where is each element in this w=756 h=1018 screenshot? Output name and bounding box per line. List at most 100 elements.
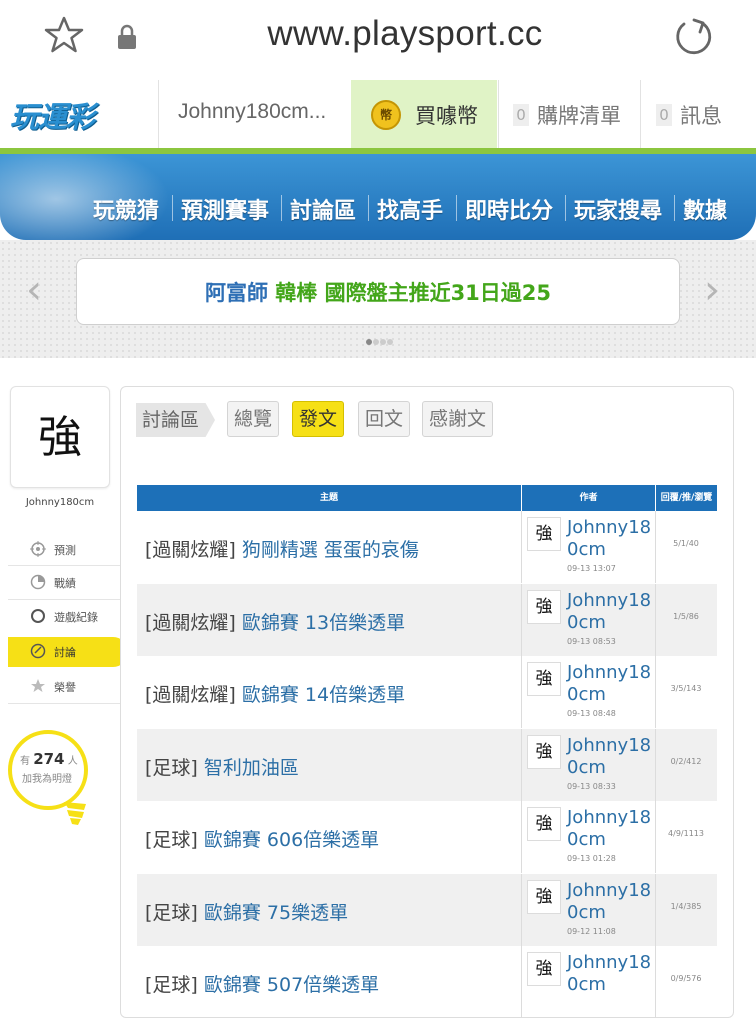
tab-thanks[interactable]: 感謝文 <box>422 401 494 437</box>
nav-divider <box>565 195 566 221</box>
reload-icon[interactable] <box>672 15 714 57</box>
column-header-subject[interactable]: 主題 <box>137 485 521 511</box>
post-category[interactable]: [過關炫耀] <box>145 539 236 561</box>
author-avatar[interactable]: 強 <box>527 952 561 986</box>
post-subject[interactable]: 智利加油區 <box>198 757 299 779</box>
post-date: 09-12 11:08 <box>567 926 616 936</box>
author-avatar[interactable]: 強 <box>527 879 561 914</box>
author-avatar[interactable]: 強 <box>527 807 561 841</box>
author-avatar[interactable]: 強 <box>527 734 561 769</box>
post-subject[interactable]: 狗剛精選 蛋蛋的哀傷 <box>236 539 419 561</box>
announcement-carousel: ‹ 阿富師 韓棒 國際盤主推近31日過25 › <box>0 240 756 358</box>
nav-item-predict[interactable]: 預測賽事 <box>181 193 269 225</box>
posts-table-header: 主題 作者 回覆/推/瀏覽 <box>137 485 717 511</box>
bookmark-star-icon[interactable] <box>44 15 84 55</box>
column-header-stats[interactable]: 回覆/推/瀏覽 <box>656 485 717 511</box>
post-title[interactable]: [足球] 歐錦賽 507倍樂透單 <box>145 970 379 997</box>
post-stats: 1/5/86 <box>673 611 699 621</box>
post-date: 09-13 08:33 <box>567 781 616 791</box>
announcement-text: 阿富師 韓棒 國際盤主推近31日過25 <box>77 277 679 307</box>
target-icon <box>30 541 46 557</box>
post-category[interactable]: [過關炫耀] <box>145 612 236 634</box>
sidebar-item-label: 榮譽 <box>54 681 76 694</box>
nav-item-stats[interactable]: 數據 <box>683 193 727 225</box>
cell-divider <box>521 583 522 656</box>
announcement-message[interactable]: 韓棒 國際盤主推近31日過25 <box>268 281 551 305</box>
sidebar-item-record[interactable]: 戰績 <box>8 568 120 598</box>
nav-item-guess[interactable]: 玩競猜 <box>93 193 159 225</box>
sidebar-item-honor[interactable]: 榮譽 <box>8 672 120 702</box>
cell-divider <box>521 946 522 1018</box>
post-subject[interactable]: 歐錦賽 507倍樂透單 <box>198 974 379 996</box>
circle-icon <box>31 609 45 623</box>
carousel-next-icon[interactable]: › <box>704 270 720 310</box>
post-subject[interactable]: 歐錦賽 14倍樂透單 <box>236 684 405 706</box>
author-name[interactable]: Johnny180cm <box>567 952 659 996</box>
author-avatar[interactable]: 強 <box>527 589 561 624</box>
carousel-dot[interactable] <box>373 339 379 345</box>
announcement-box[interactable]: 阿富師 韓棒 國際盤主推近31日過25 <box>76 258 680 325</box>
carousel-prev-icon[interactable]: ‹ <box>26 270 42 310</box>
cell-divider <box>521 728 522 801</box>
post-title[interactable]: [足球] 歐錦賽 75樂透單 <box>145 898 348 925</box>
buy-coins-button[interactable]: 幣 買噱幣 <box>351 80 497 148</box>
cell-divider <box>521 873 522 946</box>
tab-posts[interactable]: 發文 <box>292 401 345 437</box>
avatar[interactable]: 強 <box>10 386 110 488</box>
browser-address-bar: www.playsport.cc <box>0 0 756 81</box>
author-name[interactable]: Johnny180cm <box>567 735 659 779</box>
post-title[interactable]: [過關炫耀] 歐錦賽 13倍樂透單 <box>145 608 405 635</box>
username-link[interactable]: Johnny180cm... <box>178 100 326 124</box>
post-title[interactable]: [過關炫耀] 歐錦賽 14倍樂透單 <box>145 680 405 707</box>
author-name[interactable]: Johnny180cm <box>567 880 659 924</box>
carousel-dot[interactable] <box>366 339 372 345</box>
author-name[interactable]: Johnny180cm <box>567 807 659 851</box>
medal-icon <box>31 679 45 692</box>
post-category[interactable]: [足球] <box>145 829 198 851</box>
cart-link[interactable]: 購牌清單 <box>537 100 621 130</box>
breadcrumb[interactable]: 討論區 <box>136 403 216 437</box>
message-count-badge: 0 <box>656 104 672 126</box>
post-stats: 0/9/576 <box>670 974 702 983</box>
nav-item-player-search[interactable]: 玩家搜尋 <box>574 193 662 225</box>
discussion-icon <box>30 643 46 659</box>
carousel-dot[interactable] <box>380 339 386 345</box>
nav-item-experts[interactable]: 找高手 <box>377 193 443 225</box>
post-stats: 1/4/385 <box>670 901 702 911</box>
author-name[interactable]: Johnny180cm <box>567 517 659 561</box>
post-category[interactable]: [足球] <box>145 902 198 924</box>
sidebar-item-predict[interactable]: 預測 <box>8 535 120 565</box>
post-title[interactable]: [足球] 智利加油區 <box>145 753 299 780</box>
fans-count: 274 <box>33 750 65 768</box>
post-category[interactable]: [過關炫耀] <box>145 684 236 706</box>
nav-item-live-score[interactable]: 即時比分 <box>465 193 553 225</box>
post-category[interactable]: [足球] <box>145 757 198 779</box>
author-name[interactable]: Johnny180cm <box>567 662 659 706</box>
post-subject[interactable]: 歐錦賽 75樂透單 <box>198 902 348 924</box>
post-stats: 4/9/1113 <box>668 829 704 838</box>
messages-link[interactable]: 訊息 <box>680 100 722 130</box>
post-category[interactable]: [足球] <box>145 974 198 996</box>
announcement-author[interactable]: 阿富師 <box>205 281 268 305</box>
column-header-author[interactable]: 作者 <box>522 485 655 511</box>
buy-coins-label: 買噱幣 <box>415 104 478 128</box>
sidebar-item-discussion[interactable]: 討論 <box>8 637 128 667</box>
sidebar-item-game-log[interactable]: 遊戲紀錄 <box>8 602 120 632</box>
url-text[interactable]: www.playsport.cc <box>160 14 650 54</box>
post-subject[interactable]: 歐錦賽 13倍樂透單 <box>236 612 405 634</box>
post-title[interactable]: [足球] 歐錦賽 606倍樂透單 <box>145 825 379 852</box>
carousel-dot[interactable] <box>387 339 393 345</box>
post-title[interactable]: [過關炫耀] 狗剛精選 蛋蛋的哀傷 <box>145 535 419 562</box>
post-subject[interactable]: 歐錦賽 606倍樂透單 <box>198 829 379 851</box>
post-date: 09-13 01:28 <box>567 854 616 863</box>
author-avatar[interactable]: 強 <box>527 662 561 696</box>
tab-replies[interactable]: 回文 <box>358 401 411 437</box>
tab-overview[interactable]: 總覽 <box>227 401 280 437</box>
post-date: 09-13 13:07 <box>567 564 616 573</box>
cell-divider <box>521 656 522 728</box>
site-logo[interactable]: 玩運彩 <box>10 94 120 134</box>
author-name[interactable]: Johnny180cm <box>567 590 659 634</box>
follow-label[interactable]: 加我為明燈 <box>22 770 72 785</box>
nav-item-forum[interactable]: 討論區 <box>290 193 356 225</box>
author-avatar[interactable]: 強 <box>527 517 561 551</box>
